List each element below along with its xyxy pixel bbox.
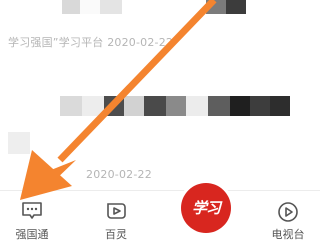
xuexi-logo-icon: 学习 — [191, 199, 221, 217]
tab-qiangguotong[interactable]: 强国通 — [0, 191, 64, 241]
news-feed: 学习强国”学习平台 2020-02-22 2020-02-22 — [0, 0, 320, 190]
xuexi-home-button[interactable]: 学习 — [181, 183, 231, 233]
chat-bubble-icon — [21, 201, 43, 225]
tab-bailing[interactable]: 百灵 — [84, 191, 148, 241]
feed-item-1-title-blur[interactable] — [62, 0, 246, 14]
play-square-icon — [105, 201, 127, 225]
feed-item-2-title-blur-line2 — [8, 132, 30, 154]
tab-dianshitai[interactable]: 电视台 — [256, 191, 320, 241]
feed-item-2-title-blur[interactable] — [60, 96, 290, 116]
feed-item-1-source: 学习强国”学习平台 2020-02-22 — [8, 36, 174, 49]
feed-item-2-date: 2020-02-22 — [86, 168, 152, 181]
bottom-tab-bar: 强国通 百灵 电视台 — [0, 190, 320, 241]
play-circle-icon — [277, 201, 299, 227]
